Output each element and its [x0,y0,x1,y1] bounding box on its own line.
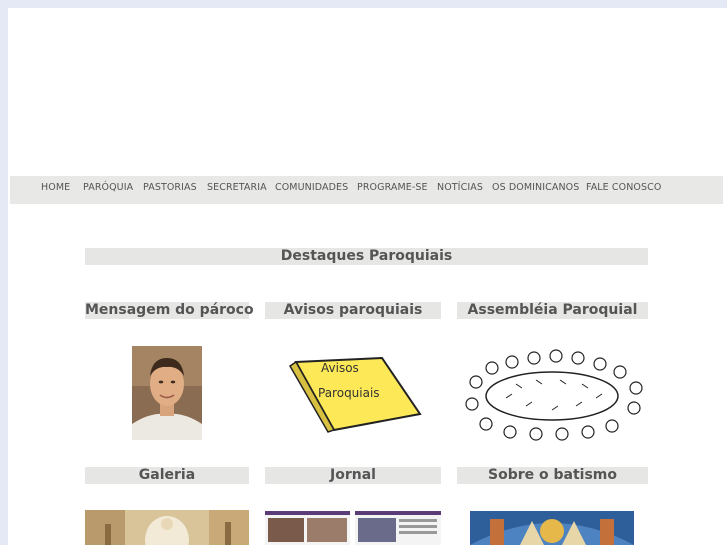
nav-home[interactable]: HOME [41,182,70,193]
nav-comunidades[interactable]: COMUNIDADES [275,182,348,193]
card-title-avisos[interactable]: Avisos paroquiais [265,302,441,319]
priest-photo[interactable] [132,346,202,440]
batismo-image[interactable] [470,511,634,545]
card-title-batismo[interactable]: Sobre o batismo [457,467,648,484]
nav-programe-se[interactable]: PROGRAME-SE [357,182,428,193]
card-title-mensagem[interactable]: Mensagem do pároco [85,302,254,319]
section-title: Destaques Paroquiais [85,248,648,265]
nav-os-dominicanos[interactable]: OS DOMINICANOS [492,182,579,193]
page: HOME PARÓQUIA PASTORIAS SECRETARIA COMUN… [8,8,727,545]
jornal-pages[interactable] [265,511,441,545]
nav-secretaria[interactable]: SECRETARIA [207,182,267,193]
card-title-galeria[interactable]: Galeria [85,467,249,484]
avisos-note-line1: Avisos [321,361,359,375]
nav-fale-conosco[interactable]: FALE CONOSCO [586,182,661,193]
nav-pastorias[interactable]: PASTORIAS [143,182,197,193]
nav-noticias[interactable]: NOTÍCIAS [437,182,483,193]
people-around-table-drawing[interactable] [456,344,648,442]
card-title-assembleia[interactable]: Assembléia Paroquial [457,302,648,319]
card-title-jornal[interactable]: Jornal [265,467,441,484]
nav-paroquia[interactable]: PARÓQUIA [83,182,133,193]
main-navigation: HOME PARÓQUIA PASTORIAS SECRETARIA COMUN… [10,176,723,204]
galeria-photo[interactable] [85,510,249,545]
yellow-note-icon[interactable]: Avisos Paroquiais [286,354,422,434]
avisos-note-line2: Paroquiais [318,386,380,400]
